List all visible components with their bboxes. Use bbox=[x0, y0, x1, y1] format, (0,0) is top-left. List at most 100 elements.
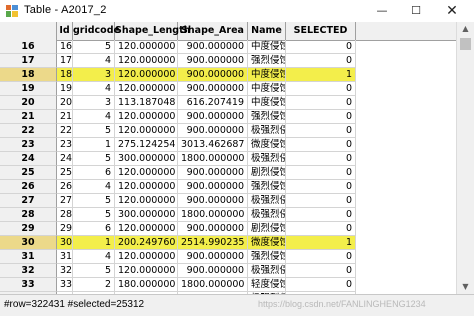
cell-shape-length[interactable]: 180.000000 bbox=[115, 278, 178, 292]
cell-selected[interactable]: 0 bbox=[286, 138, 356, 152]
cell-name[interactable]: 剧烈侵蚀 bbox=[248, 222, 286, 236]
cell-id[interactable]: 21 bbox=[57, 110, 73, 124]
cell-shape-area[interactable]: 900.000000 bbox=[178, 250, 248, 264]
cell-shape-area[interactable]: 900.000000 bbox=[178, 54, 248, 68]
cell-name[interactable]: 强烈侵蚀 bbox=[248, 250, 286, 264]
vertical-scrollbar[interactable]: ▲ ▼ bbox=[456, 22, 474, 294]
table-row[interactable]: 22225120.000000900.000000极强烈侵蚀0 bbox=[0, 124, 456, 138]
cell-gridcode[interactable]: 6 bbox=[73, 222, 115, 236]
cell-selected[interactable]: 0 bbox=[286, 152, 356, 166]
cell-gridcode[interactable]: 4 bbox=[73, 54, 115, 68]
table-row[interactable]: 23 23 1 275.124254 3013.462687 微度侵蚀 0 bbox=[0, 138, 456, 152]
cell-name[interactable]: 强烈侵蚀 bbox=[248, 110, 286, 124]
cell-id[interactable]: 25 bbox=[57, 166, 73, 180]
cell-shape-area[interactable]: 900.000000 bbox=[178, 166, 248, 180]
row-header[interactable]: 31 bbox=[0, 250, 57, 264]
table-row[interactable]: 30 30 1 200.249760 2514.990235 微度侵蚀 1 bbox=[0, 236, 456, 250]
cell-shape-length[interactable]: 120.000000 bbox=[115, 54, 178, 68]
cell-shape-area[interactable]: 2514.990235 bbox=[178, 236, 248, 250]
cell-selected[interactable]: 0 bbox=[286, 194, 356, 208]
cell-name[interactable]: 中度侵蚀 bbox=[248, 82, 286, 96]
table-row[interactable]: 16 16 5 120.000000 900.000000 中度侵蚀 0 bbox=[0, 40, 456, 54]
close-icon[interactable]: ✕ bbox=[436, 0, 468, 22]
cell-id[interactable]: 29 bbox=[57, 222, 73, 236]
row-header[interactable]: 20 bbox=[0, 96, 57, 110]
cell-selected[interactable]: 1 bbox=[286, 68, 356, 82]
title-bar[interactable]: Table - A2017_2 — ☐ ✕ bbox=[0, 0, 474, 23]
column-header-shape-area[interactable]: Shape_Area bbox=[178, 22, 248, 40]
cell-name[interactable]: 微度侵蚀 bbox=[248, 236, 286, 250]
cell-shape-length[interactable]: 120.000000 bbox=[115, 110, 178, 124]
cell-gridcode[interactable]: 4 bbox=[73, 110, 115, 124]
cell-id[interactable]: 28 bbox=[57, 208, 73, 222]
row-header[interactable]: 24 bbox=[0, 152, 57, 166]
cell-name[interactable]: 微度侵蚀 bbox=[248, 138, 286, 152]
table-row[interactable]: 19 19 4 120.000000 900.000000 中度侵蚀 0 bbox=[0, 82, 456, 96]
minimize-icon[interactable]: — bbox=[366, 0, 398, 22]
cell-shape-area[interactable]: 900.000000 bbox=[178, 40, 248, 54]
cell-id[interactable]: 16 bbox=[57, 40, 73, 54]
cell-gridcode[interactable]: 4 bbox=[73, 250, 115, 264]
cell-name[interactable]: 中度侵蚀 bbox=[248, 68, 286, 82]
row-header[interactable]: 30 bbox=[0, 236, 57, 250]
attribute-table[interactable]: Id gridcode Shape_Length Shape_Area Name… bbox=[0, 22, 456, 294]
table-row[interactable]: 18 18 3 120.000000 900.000000 中度侵蚀 1 bbox=[0, 68, 456, 82]
cell-name[interactable]: 中度侵蚀 bbox=[248, 40, 286, 54]
cell-gridcode[interactable]: 3 bbox=[73, 96, 115, 110]
cell-selected[interactable]: 0 bbox=[286, 180, 356, 194]
cell-shape-area[interactable]: 900.000000 bbox=[178, 68, 248, 82]
cell-selected[interactable]: 0 bbox=[286, 264, 356, 278]
cell-gridcode[interactable]: 1 bbox=[73, 236, 115, 250]
cell-gridcode[interactable]: 4 bbox=[73, 180, 115, 194]
cell-selected[interactable]: 0 bbox=[286, 278, 356, 292]
cell-selected[interactable]: 0 bbox=[286, 54, 356, 68]
cell-id[interactable]: 17 bbox=[57, 54, 73, 68]
cell-shape-length[interactable]: 120.000000 bbox=[115, 250, 178, 264]
cell-id[interactable]: 18 bbox=[57, 68, 73, 82]
cell-name[interactable]: 极强烈侵蚀 bbox=[248, 152, 286, 166]
column-header-name[interactable]: Name bbox=[248, 22, 286, 40]
table-row[interactable]: 33 33 2 180.000000 1800.000000 轻度侵蚀 0 bbox=[0, 278, 456, 292]
cell-shape-length[interactable]: 113.187048 bbox=[115, 96, 178, 110]
cell-shape-length[interactable]: 300.000000 bbox=[115, 208, 178, 222]
cell-gridcode[interactable]: 4 bbox=[73, 82, 115, 96]
cell-shape-length[interactable]: 120.000000 bbox=[115, 40, 178, 54]
cell-id[interactable]: 24 bbox=[57, 152, 73, 166]
cell-gridcode[interactable]: 3 bbox=[73, 68, 115, 82]
scrollbar-thumb[interactable] bbox=[460, 38, 471, 50]
cell-shape-area[interactable]: 900.000000 bbox=[178, 110, 248, 124]
row-header[interactable]: 17 bbox=[0, 54, 57, 68]
maximize-icon[interactable]: ☐ bbox=[400, 0, 432, 22]
cell-gridcode[interactable]: 5 bbox=[73, 264, 115, 278]
table-row[interactable]: 21 21 4 120.000000 900.000000 强烈侵蚀 0 bbox=[0, 110, 456, 124]
cell-gridcode[interactable]: 5 bbox=[73, 152, 115, 166]
cell-shape-area[interactable]: 900.000000 bbox=[178, 82, 248, 96]
cell-shape-area[interactable]: 900.000000 bbox=[178, 180, 248, 194]
column-header-gridcode[interactable]: gridcode bbox=[73, 22, 120, 40]
row-header-corner[interactable] bbox=[0, 22, 57, 40]
table-row[interactable]: 24245300.0000001800.000000极强烈侵蚀0 bbox=[0, 152, 456, 166]
cell-id[interactable]: 20 bbox=[57, 96, 73, 110]
cell-gridcode[interactable]: 1 bbox=[73, 138, 115, 152]
cell-shape-length[interactable]: 120.000000 bbox=[115, 68, 178, 82]
cell-id[interactable]: 27 bbox=[57, 194, 73, 208]
cell-name[interactable]: 强烈侵蚀 bbox=[248, 180, 286, 194]
row-header[interactable]: 28 bbox=[0, 208, 57, 222]
row-header[interactable]: 33 bbox=[0, 278, 57, 292]
cell-selected[interactable]: 0 bbox=[286, 40, 356, 54]
cell-gridcode[interactable]: 6 bbox=[73, 166, 115, 180]
cell-shape-length[interactable]: 275.124254 bbox=[115, 138, 178, 152]
cell-name[interactable]: 轻度侵蚀 bbox=[248, 278, 286, 292]
cell-gridcode[interactable]: 5 bbox=[73, 40, 115, 54]
cell-name[interactable]: 剧烈侵蚀 bbox=[248, 166, 286, 180]
row-header[interactable]: 16 bbox=[0, 40, 57, 54]
cell-id[interactable]: 26 bbox=[57, 180, 73, 194]
cell-shape-area[interactable]: 1800.000000 bbox=[178, 278, 248, 292]
row-header[interactable]: 21 bbox=[0, 110, 57, 124]
table-row[interactable]: 29 29 6 120.000000 900.000000 剧烈侵蚀 0 bbox=[0, 222, 456, 236]
cell-shape-area[interactable]: 900.000000 bbox=[178, 264, 248, 278]
row-header[interactable]: 22 bbox=[0, 124, 57, 138]
table-row[interactable]: 20 20 3 113.187048 616.207419 中度侵蚀 0 bbox=[0, 96, 456, 110]
cell-id[interactable]: 33 bbox=[57, 278, 73, 292]
cell-shape-area[interactable]: 1800.000000 bbox=[178, 152, 248, 166]
